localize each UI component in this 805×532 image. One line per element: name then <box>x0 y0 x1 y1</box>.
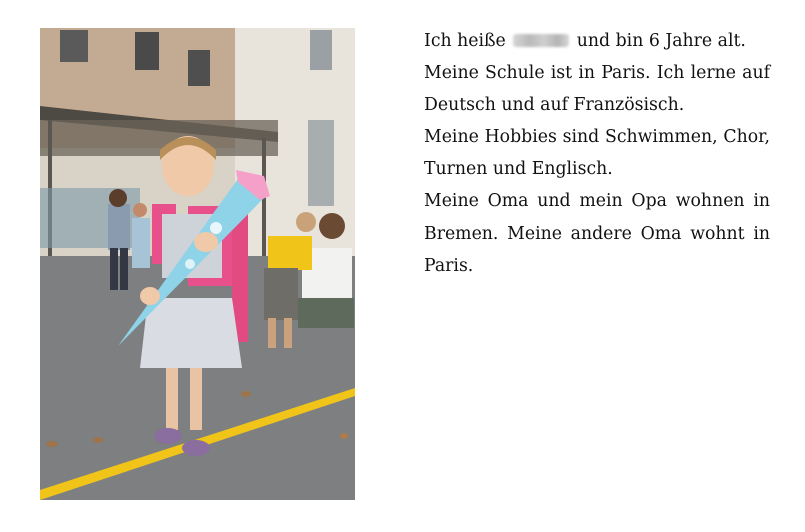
window <box>60 30 88 62</box>
schultuete-decoration <box>210 222 222 234</box>
girl-hand <box>194 232 218 252</box>
leaf <box>241 391 251 397</box>
child-background-head <box>133 203 147 217</box>
paragraph-name-age: Ich heiße und bin 6 Jahre alt. <box>424 25 770 57</box>
woman-head <box>319 213 345 239</box>
person-background-head <box>109 189 127 207</box>
girl-leg <box>166 368 178 430</box>
girl-leg <box>190 368 202 430</box>
name-intro: Ich heiße <box>424 31 506 51</box>
child-head <box>296 212 316 232</box>
girl-hand <box>140 287 160 305</box>
window <box>188 50 210 86</box>
person-background-leg <box>120 248 128 290</box>
redacted-name <box>513 34 570 47</box>
schultuete-decoration <box>185 259 195 269</box>
paragraph-hobbies: Meine Hobbies sind Schwimmen, Chor, Turn… <box>424 127 770 180</box>
child-leg <box>268 318 276 348</box>
woman-pants <box>298 298 354 328</box>
child-yellow-shirt <box>268 236 312 270</box>
age-text: und bin 6 Jahre alt. <box>576 31 746 51</box>
photo-illustration <box>40 28 355 500</box>
canopy-structure <box>40 120 278 156</box>
school-photo <box>40 28 355 500</box>
girl-skirt <box>140 298 242 368</box>
girl-sandal <box>182 440 210 456</box>
window <box>308 120 334 206</box>
leaf <box>340 433 348 439</box>
leaf <box>93 437 103 443</box>
child-leg <box>284 318 292 348</box>
paragraph-school: Meine Schule ist in Paris. Ich lerne auf… <box>424 63 770 116</box>
paragraph-family: Meine Oma und mein Opa wohnen in Bremen.… <box>424 191 770 276</box>
child-background <box>132 218 150 268</box>
person-background-leg <box>110 248 118 290</box>
person-background <box>108 204 130 250</box>
window <box>310 30 332 70</box>
girl-sandal <box>154 428 182 444</box>
leaf <box>46 441 58 447</box>
window <box>135 32 159 70</box>
intro-text: Ich heiße und bin 6 Jahre alt. Meine Sch… <box>424 25 770 282</box>
child-shorts <box>264 268 298 320</box>
